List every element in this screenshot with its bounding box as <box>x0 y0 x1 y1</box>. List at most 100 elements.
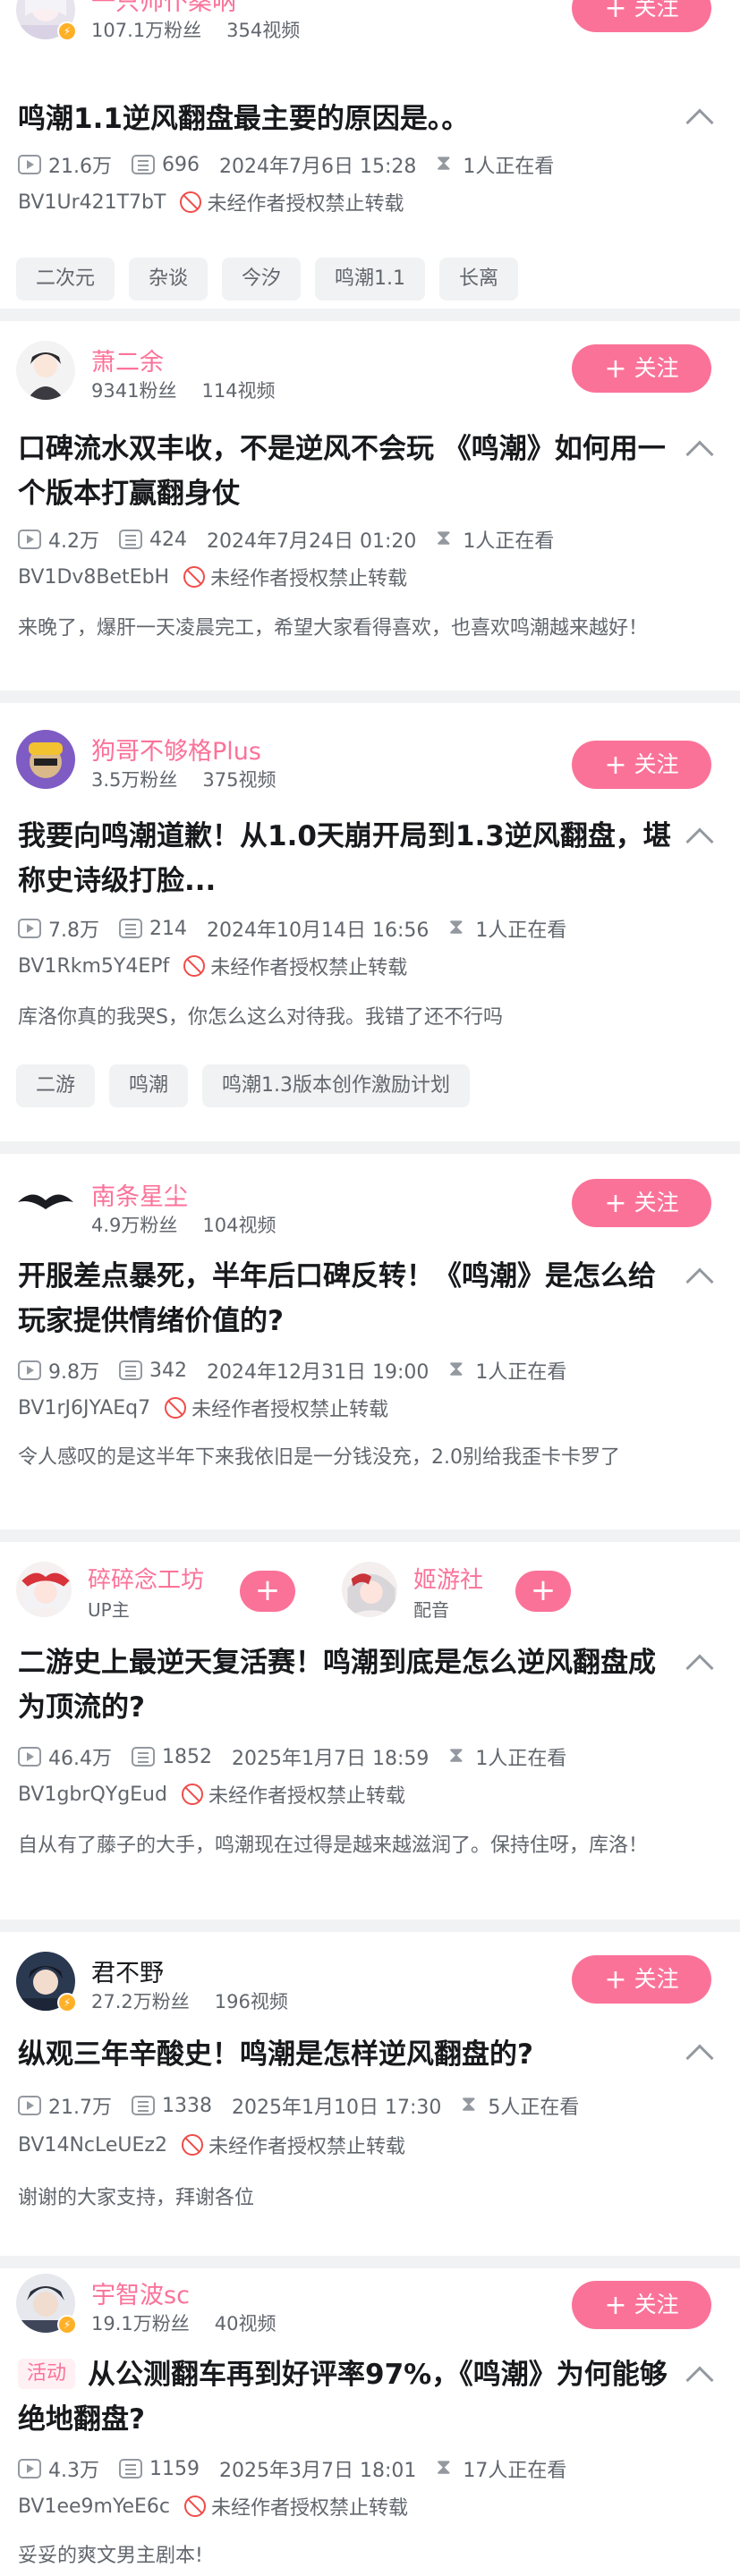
repost-notice: 未经作者授权禁止转载 <box>210 957 408 979</box>
avatar[interactable] <box>16 1175 75 1234</box>
uploader-row: 狗哥不够格Plus 3.5万粉丝 375视频 + 关注 <box>16 730 724 796</box>
video-title[interactable]: 纵观三年辛酸史！鸣潮是怎样逆风翻盘的? <box>18 2032 680 2077</box>
follow-button[interactable]: + 关注 <box>572 344 711 393</box>
video-title[interactable]: 开服差点暴死，半年后口碑反转！《鸣潮》是怎么给玩家提供情绪价值的? <box>18 1254 680 1343</box>
video-title[interactable]: 活动 从公测翻车再到好评率97%，《鸣潮》为何能够绝地翻盘? <box>18 2352 680 2442</box>
video-card: 萧二余 9341粉丝 114视频 + 关注 口碑流水双丰收，不是逆风不会玩 《鸣潮》… <box>0 321 740 691</box>
repost-notice: 未经作者授权禁止转载 <box>208 1785 405 1808</box>
uploader-name[interactable]: 宇智波sc <box>91 2275 190 2310</box>
tag-chip[interactable]: 鸣潮1.3版本创作激励计划 <box>202 1064 471 1107</box>
follow-button[interactable]: + 关注 <box>572 741 711 789</box>
uploader-stats: 9341粉丝 114视频 <box>91 377 276 403</box>
uploader-role: UP主 <box>88 1599 130 1621</box>
publish-date: 2025年3月7日 18:01 <box>219 2460 417 2482</box>
uploader-name[interactable]: 狗哥不够格Plus <box>91 732 261 767</box>
tag-chip[interactable]: 二次元 <box>16 258 115 301</box>
watching-count: 1人正在看 <box>475 1361 567 1384</box>
avatar[interactable] <box>16 341 75 400</box>
verified-badge-icon: ⚡ <box>57 21 77 41</box>
tag-chip[interactable]: 杂谈 <box>129 258 208 301</box>
fans-count: 9341粉丝 <box>91 380 177 402</box>
danmaku-count: 1852 <box>162 1745 212 1768</box>
tag-chip[interactable]: 鸣潮 <box>109 1064 189 1107</box>
tag-chip[interactable]: 二游 <box>16 1064 96 1107</box>
collapse-icon[interactable] <box>685 2044 714 2072</box>
play-count: 46.4万 <box>48 1748 112 1770</box>
uploader-name[interactable]: 一只帅仆桑呐 <box>91 0 236 17</box>
collapse-icon[interactable] <box>685 1654 714 1682</box>
play-count-icon <box>18 1360 41 1380</box>
video-card: ⚡ 一只帅仆桑呐 107.1万粉丝 354视频 + 关注 鸣潮1.1逆风翻盘最主要的… <box>0 0 740 309</box>
video-meta: 9.8万 342 2024年12月31日 19:00 1人正在看 <box>18 1356 566 1385</box>
uploader-name[interactable]: 君不野 <box>91 1953 164 1988</box>
video-meta: 21.7万 1338 2025年1月10日 17:30 5人正在看 <box>18 2091 579 2120</box>
video-meta: 7.8万 214 2024年10月14日 16:56 1人正在看 <box>18 914 566 943</box>
video-count: 196视频 <box>214 1991 288 2012</box>
play-count: 4.2万 <box>48 530 99 553</box>
avatar[interactable] <box>16 730 75 789</box>
bvid: BV1rJ6JYAEq7 <box>18 1396 151 1419</box>
uploader-name[interactable]: 碎碎念工坊 <box>88 1562 204 1595</box>
video-title[interactable]: 二游史上最逆天复活赛！鸣潮到底是怎么逆风翻盘成为顶流的? <box>18 1640 680 1730</box>
video-title[interactable]: 口碑流水双丰收，不是逆风不会玩 《鸣潮》如何用一个版本打赢翻身仗 <box>18 427 680 516</box>
follow-label: 关注 <box>634 1190 679 1216</box>
watching-count: 1人正在看 <box>475 919 567 942</box>
uploader-stats: 27.2万粉丝 196视频 <box>91 1987 288 2014</box>
watching-count: 17人正在看 <box>463 2460 567 2482</box>
follow-button[interactable]: + <box>515 1571 571 1612</box>
no-repost-icon <box>181 2134 203 2156</box>
follow-button[interactable]: + 关注 <box>572 2281 711 2329</box>
no-repost-icon <box>180 191 202 213</box>
collapse-icon[interactable] <box>685 108 714 137</box>
follow-label: 关注 <box>634 751 679 777</box>
video-title[interactable]: 鸣潮1.1逆风翻盘最主要的原因是。。 <box>18 97 680 141</box>
follow-button[interactable]: + 关注 <box>572 0 711 32</box>
uploader-name[interactable]: 萧二余 <box>91 343 164 377</box>
avatar[interactable] <box>342 1562 397 1617</box>
no-repost-icon <box>183 955 206 977</box>
creator: 碎碎念工坊 UP主 + <box>16 1562 356 1624</box>
video-count: 40视频 <box>214 2313 276 2334</box>
bvid-row: BV1gbrQYgEud 未经作者授权禁止转载 <box>18 1780 405 1809</box>
collapse-icon[interactable] <box>685 2366 714 2394</box>
tag-chip[interactable]: 长离 <box>439 258 519 301</box>
follow-label: 关注 <box>634 0 679 21</box>
tag-chip[interactable]: 今汐 <box>222 258 302 301</box>
avatar[interactable] <box>16 1562 72 1617</box>
bvid: BV1ee9mYeE6c <box>18 2495 171 2518</box>
follow-button[interactable]: + <box>240 1571 295 1612</box>
video-card: ⚡ 君不野 27.2万粉丝 196视频 + 关注 纵观三年辛酸史！鸣潮是怎样逆风翻盘… <box>0 1932 740 2256</box>
video-meta: 4.3万 1159 2025年3月7日 18:01 17人正在看 <box>18 2454 566 2483</box>
uploader-row: ⚡ 宇智波sc 19.1万粉丝 40视频 + 关注 <box>16 2274 724 2340</box>
video-meta: 46.4万 1852 2025年1月7日 18:59 1人正在看 <box>18 1742 566 1771</box>
video-count: 354视频 <box>226 20 301 41</box>
plus-icon: + <box>604 1188 627 1219</box>
divider <box>0 1141 740 1154</box>
plus-icon: + <box>604 1964 627 1996</box>
video-title[interactable]: 我要向鸣潮道歉！从1.0天崩开局到1.3逆风翻盘，堪称史诗级打脸... <box>18 814 680 903</box>
collapse-icon[interactable] <box>685 440 714 469</box>
follow-button[interactable]: + 关注 <box>572 1179 711 1227</box>
collapse-icon[interactable] <box>685 827 714 856</box>
danmaku-count: 1159 <box>149 2457 200 2480</box>
co-uploader-name[interactable]: 姬游社 <box>413 1562 483 1595</box>
tag-chip[interactable]: 鸣潮1.1 <box>315 258 426 301</box>
danmaku-count-icon <box>119 2459 142 2479</box>
uploader-name[interactable]: 南条星尘 <box>91 1177 188 1212</box>
watching-count: 5人正在看 <box>488 2097 580 2119</box>
video-card: 南条星尘 4.9万粉丝 104视频 + 关注 开服差点暴死，半年后口碑反转！《鸣潮》… <box>0 1154 740 1530</box>
follow-button[interactable]: + 关注 <box>572 1955 711 2004</box>
play-count: 9.8万 <box>48 1361 99 1384</box>
bvid: BV1Ur421T7bT <box>18 191 166 214</box>
danmaku-count: 214 <box>149 917 187 940</box>
repost-notice: 未经作者授权禁止转载 <box>211 2497 409 2520</box>
verified-badge-icon: ⚡ <box>57 1993 77 2012</box>
danmaku-count-icon <box>119 919 142 938</box>
video-description: 自从有了藤子的大手，鸣潮现在过得是越来越滋润了。保持住呀，库洛！ <box>18 1835 649 1857</box>
video-description: 来晚了，爆肝一天凌晨完工，希望大家看得喜欢，也喜欢鸣潮越来越好！ <box>18 617 649 640</box>
divider <box>0 691 740 703</box>
collapse-icon[interactable] <box>685 1267 714 1296</box>
follow-label: 关注 <box>634 1966 679 1992</box>
follow-label: 关注 <box>634 355 679 381</box>
danmaku-count-icon <box>132 1747 155 1767</box>
